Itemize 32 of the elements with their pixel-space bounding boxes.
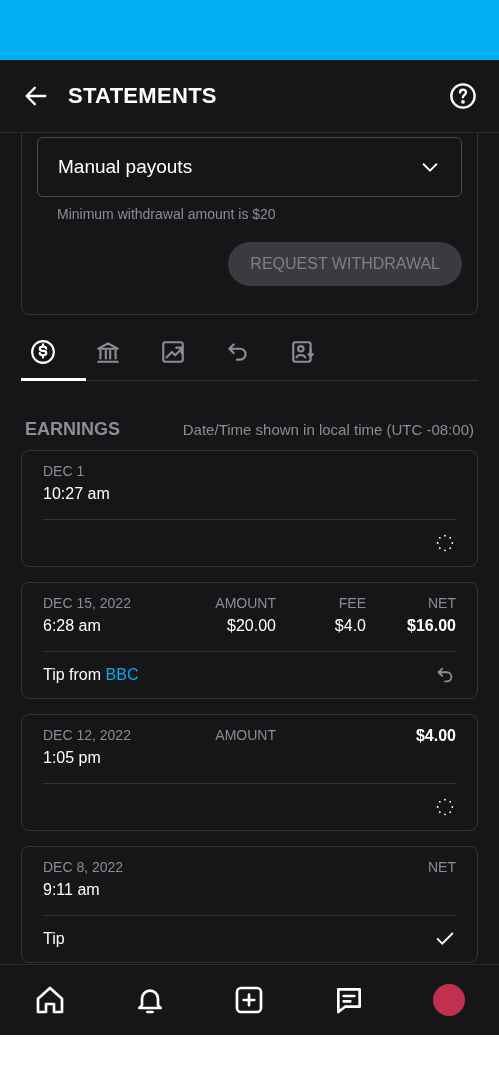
person-card-icon — [289, 338, 316, 365]
fee-value: $4.0 — [334, 617, 366, 635]
transaction-date: DEC 15, 2022 — [43, 595, 131, 611]
payout-method-dropdown[interactable]: Manual payouts — [37, 137, 462, 197]
net-value: $16.00 — [407, 617, 456, 635]
transaction-time: 9:11 am — [43, 881, 100, 899]
transaction-date: DEC 12, 2022 — [43, 727, 131, 743]
pending-icon — [434, 796, 456, 818]
net-label: NET — [428, 859, 456, 875]
transaction-time: 10:27 am — [43, 485, 110, 503]
help-button[interactable] — [449, 82, 477, 110]
amount-value: $20.00 — [227, 617, 276, 635]
dollar-icon — [29, 338, 56, 365]
timezone-note: Date/Time shown in local time (UTC -08:00) — [182, 421, 474, 438]
withdrawal-hint: Minimum withdrawal amount is $20 — [57, 206, 277, 222]
amount-label: AMOUNT — [215, 595, 276, 611]
transaction-date: DEC 1 — [43, 463, 85, 479]
page-title: STATEMENTS — [68, 83, 218, 109]
transaction-description: Tip — [43, 930, 65, 948]
section-title: EARNINGS — [25, 419, 120, 440]
chart-icon — [159, 338, 186, 365]
pending-icon — [434, 532, 456, 554]
avatar[interactable] — [433, 984, 466, 1016]
amount-label: AMOUNT — [215, 727, 276, 743]
net-label: NET — [428, 595, 456, 611]
net-value: $4.00 — [415, 727, 456, 745]
transaction-time: 6:28 am — [43, 617, 101, 635]
user-link[interactable]: BBC — [105, 666, 139, 683]
fee-label: FEE — [338, 595, 366, 611]
transaction-description: Tip from BBC — [43, 666, 139, 684]
transaction-time: 1:05 pm — [43, 749, 101, 767]
transaction-date: DEC 8, 2022 — [43, 859, 124, 875]
